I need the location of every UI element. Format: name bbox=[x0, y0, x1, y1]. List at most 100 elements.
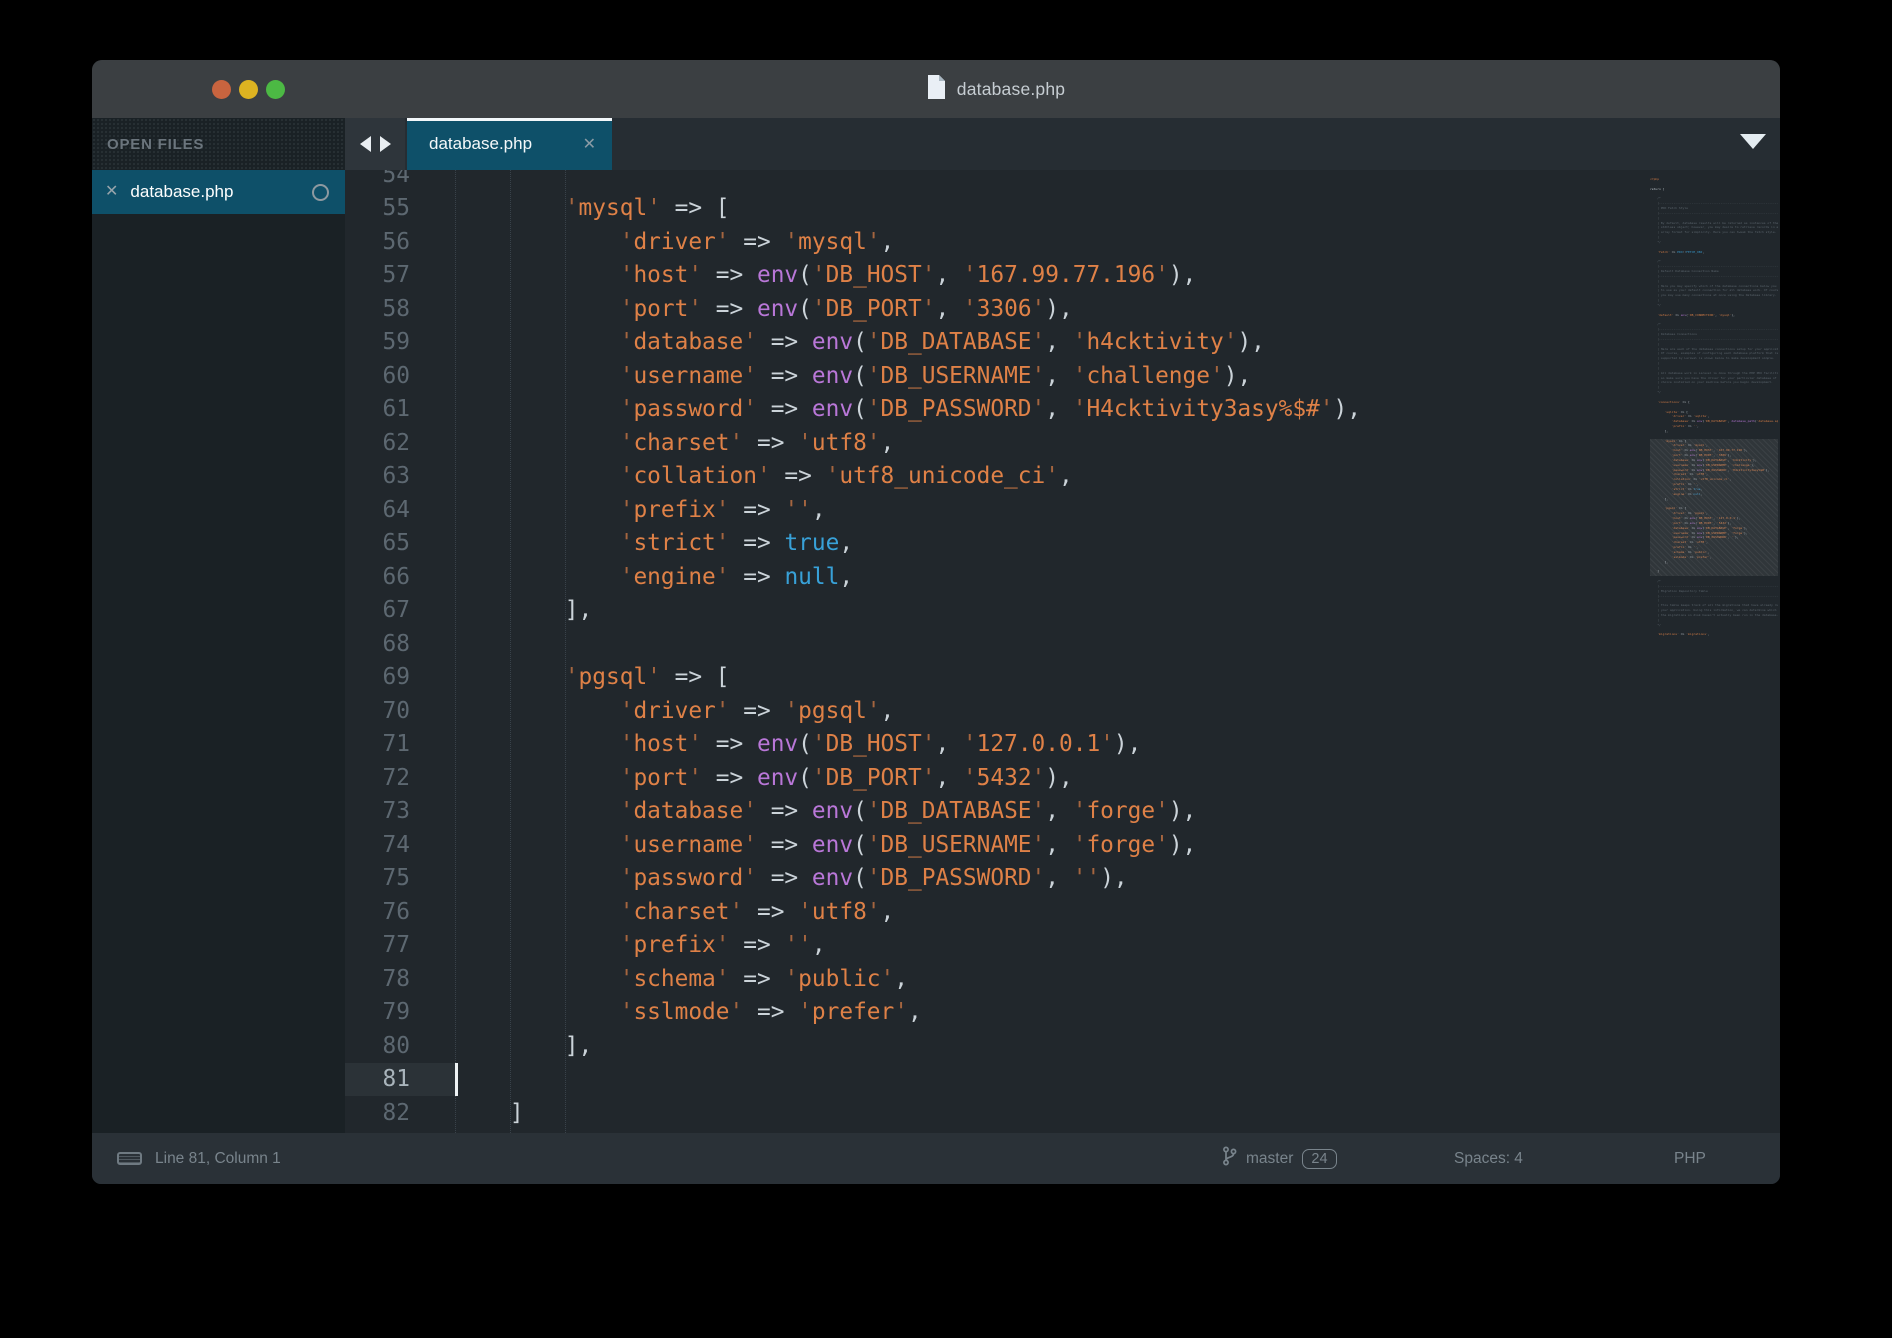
line-number: 72 bbox=[345, 761, 455, 795]
tab-database-php[interactable]: database.php ✕ bbox=[407, 118, 612, 170]
code-line[interactable]: 72 'port' => env('DB_PORT', '5432'), bbox=[345, 761, 1780, 795]
code-text: ], bbox=[455, 1029, 592, 1063]
code-text: 'database' => env('DB_DATABASE', 'forge'… bbox=[455, 795, 1196, 829]
minimap-line: | the migrations on disk haven't actuall… bbox=[1650, 613, 1778, 618]
code-lines: 5455 'mysql' => [56 'driver' => 'mysql',… bbox=[345, 170, 1780, 1130]
code-text: 'mysql' => [ bbox=[455, 192, 730, 226]
line-number: 77 bbox=[345, 929, 455, 963]
code-text: 'port' => env('DB_PORT', '3306'), bbox=[455, 292, 1073, 326]
code-text: 'username' => env('DB_USERNAME', 'forge'… bbox=[455, 828, 1196, 862]
minimap-line: | you may use many connections at once u… bbox=[1650, 293, 1778, 298]
nav-forward-icon[interactable] bbox=[380, 136, 391, 152]
code-line[interactable]: 54 bbox=[345, 170, 1780, 192]
sidebar-item-database-php[interactable]: ✕ database.php bbox=[92, 170, 345, 214]
line-number: 65 bbox=[345, 527, 455, 561]
line-number: 61 bbox=[345, 393, 455, 427]
close-file-icon[interactable]: ✕ bbox=[105, 184, 118, 200]
spaces-label: Spaces: 4 bbox=[1454, 1150, 1523, 1168]
tab-close-icon[interactable]: ✕ bbox=[583, 134, 596, 154]
line-number: 62 bbox=[345, 426, 455, 460]
close-window-button[interactable] bbox=[212, 80, 231, 99]
code-line[interactable]: 64 'prefix' => '', bbox=[345, 493, 1780, 527]
line-number: 69 bbox=[345, 661, 455, 695]
editor-window: database.php OPEN FILES ✕ database.php d… bbox=[92, 60, 1780, 1184]
code-line[interactable]: 74 'username' => env('DB_USERNAME', 'for… bbox=[345, 828, 1780, 862]
code-line[interactable]: 67 ], bbox=[345, 594, 1780, 628]
code-editor[interactable]: 5455 'mysql' => [56 'driver' => 'mysql',… bbox=[345, 170, 1780, 1133]
syntax-selector[interactable]: PHP bbox=[1674, 1133, 1706, 1184]
code-line[interactable]: 79 'sslmode' => 'prefer', bbox=[345, 996, 1780, 1030]
line-number: 80 bbox=[345, 1029, 455, 1063]
line-number: 54 bbox=[345, 170, 455, 192]
code-line[interactable]: 82 ] bbox=[345, 1096, 1780, 1130]
code-line[interactable]: 62 'charset' => 'utf8', bbox=[345, 426, 1780, 460]
line-number: 70 bbox=[345, 694, 455, 728]
line-number: 67 bbox=[345, 594, 455, 628]
line-number: 59 bbox=[345, 326, 455, 360]
tab-overflow-icon[interactable] bbox=[1740, 134, 1766, 154]
code-line[interactable]: 78 'schema' => 'public', bbox=[345, 962, 1780, 996]
titlebar[interactable]: database.php bbox=[92, 60, 1780, 118]
code-text: 'engine' => null, bbox=[455, 560, 853, 594]
code-text: 'database' => env('DB_DATABASE', 'h4ckti… bbox=[455, 326, 1265, 360]
code-text: 'schema' => 'public', bbox=[455, 962, 908, 996]
code-line[interactable]: 56 'driver' => 'mysql', bbox=[345, 225, 1780, 259]
zoom-window-button[interactable] bbox=[266, 80, 285, 99]
code-line[interactable]: 75 'password' => env('DB_PASSWORD', ''), bbox=[345, 862, 1780, 896]
line-number: 76 bbox=[345, 895, 455, 929]
line-number: 81 bbox=[345, 1063, 455, 1097]
minimap-line: | supported by Laravel is shown below to… bbox=[1650, 356, 1778, 361]
code-line[interactable]: 55 'mysql' => [ bbox=[345, 192, 1780, 226]
line-number: 64 bbox=[345, 493, 455, 527]
syntax-label: PHP bbox=[1674, 1150, 1706, 1168]
code-text: 'host' => env('DB_HOST', '167.99.77.196'… bbox=[455, 259, 1196, 293]
indentation-setting[interactable]: Spaces: 4 bbox=[1454, 1133, 1523, 1184]
code-line[interactable]: 77 'prefix' => '', bbox=[345, 929, 1780, 963]
code-text: 'driver' => 'pgsql', bbox=[455, 694, 894, 728]
code-line[interactable]: 73 'database' => env('DB_DATABASE', 'for… bbox=[345, 795, 1780, 829]
line-number: 58 bbox=[345, 292, 455, 326]
code-line[interactable]: 58 'port' => env('DB_PORT', '3306'), bbox=[345, 292, 1780, 326]
git-change-count-badge: 24 bbox=[1302, 1149, 1336, 1169]
code-text: 'port' => env('DB_PORT', '5432'), bbox=[455, 761, 1073, 795]
code-line[interactable]: 70 'driver' => 'pgsql', bbox=[345, 694, 1780, 728]
status-bar: Line 81, Column 1 master 24 Spaces: 4 PH… bbox=[92, 1133, 1780, 1184]
code-line[interactable]: 63 'collation' => 'utf8_unicode_ci', bbox=[345, 460, 1780, 494]
sidebar: OPEN FILES ✕ database.php bbox=[92, 118, 345, 1133]
minimap-line bbox=[1650, 637, 1778, 642]
code-line[interactable]: 66 'engine' => null, bbox=[345, 560, 1780, 594]
minimap-line: | choice installed on your machine befor… bbox=[1650, 380, 1778, 385]
code-text: 'username' => env('DB_USERNAME', 'challe… bbox=[455, 359, 1251, 393]
minimap-viewport[interactable] bbox=[1650, 439, 1778, 576]
minimap-line: | array format for simplicity. Here you … bbox=[1650, 230, 1778, 235]
code-line[interactable]: 71 'host' => env('DB_HOST', '127.0.0.1')… bbox=[345, 728, 1780, 762]
line-number: 57 bbox=[345, 259, 455, 293]
line-number: 63 bbox=[345, 460, 455, 494]
cursor-position-text: Line 81, Column 1 bbox=[155, 1150, 281, 1168]
nav-back-icon[interactable] bbox=[360, 136, 371, 152]
code-line[interactable]: 69 'pgsql' => [ bbox=[345, 661, 1780, 695]
code-line[interactable]: 59 'database' => env('DB_DATABASE', 'h4c… bbox=[345, 326, 1780, 360]
code-line[interactable]: 65 'strict' => true, bbox=[345, 527, 1780, 561]
cursor-position-group[interactable]: Line 81, Column 1 bbox=[117, 1133, 281, 1184]
window-title-group: database.php bbox=[927, 75, 1065, 104]
code-line[interactable]: 81 bbox=[345, 1063, 1780, 1097]
code-text: 'driver' => 'mysql', bbox=[455, 225, 894, 259]
code-line[interactable]: 60 'username' => env('DB_USERNAME', 'cha… bbox=[345, 359, 1780, 393]
code-text: 'password' => env('DB_PASSWORD', 'H4ckti… bbox=[455, 393, 1361, 427]
tab-label: database.php bbox=[429, 134, 532, 154]
line-number: 78 bbox=[345, 962, 455, 996]
line-number: 73 bbox=[345, 795, 455, 829]
code-line[interactable]: 61 'password' => env('DB_PASSWORD', 'H4c… bbox=[345, 393, 1780, 427]
git-branch-name: master bbox=[1246, 1150, 1293, 1168]
line-number: 75 bbox=[345, 862, 455, 896]
code-line[interactable]: 57 'host' => env('DB_HOST', '167.99.77.1… bbox=[345, 259, 1780, 293]
code-line[interactable]: 80 ], bbox=[345, 1029, 1780, 1063]
git-branch-group[interactable]: master 24 bbox=[1222, 1133, 1337, 1184]
minimize-window-button[interactable] bbox=[239, 80, 258, 99]
code-line[interactable]: 76 'charset' => 'utf8', bbox=[345, 895, 1780, 929]
minimap-line: |---------------------------------------… bbox=[1650, 211, 1778, 216]
code-line[interactable]: 68 bbox=[345, 627, 1780, 661]
minimap-line: |---------------------------------------… bbox=[1650, 274, 1778, 279]
code-text: 'host' => env('DB_HOST', '127.0.0.1'), bbox=[455, 728, 1141, 762]
